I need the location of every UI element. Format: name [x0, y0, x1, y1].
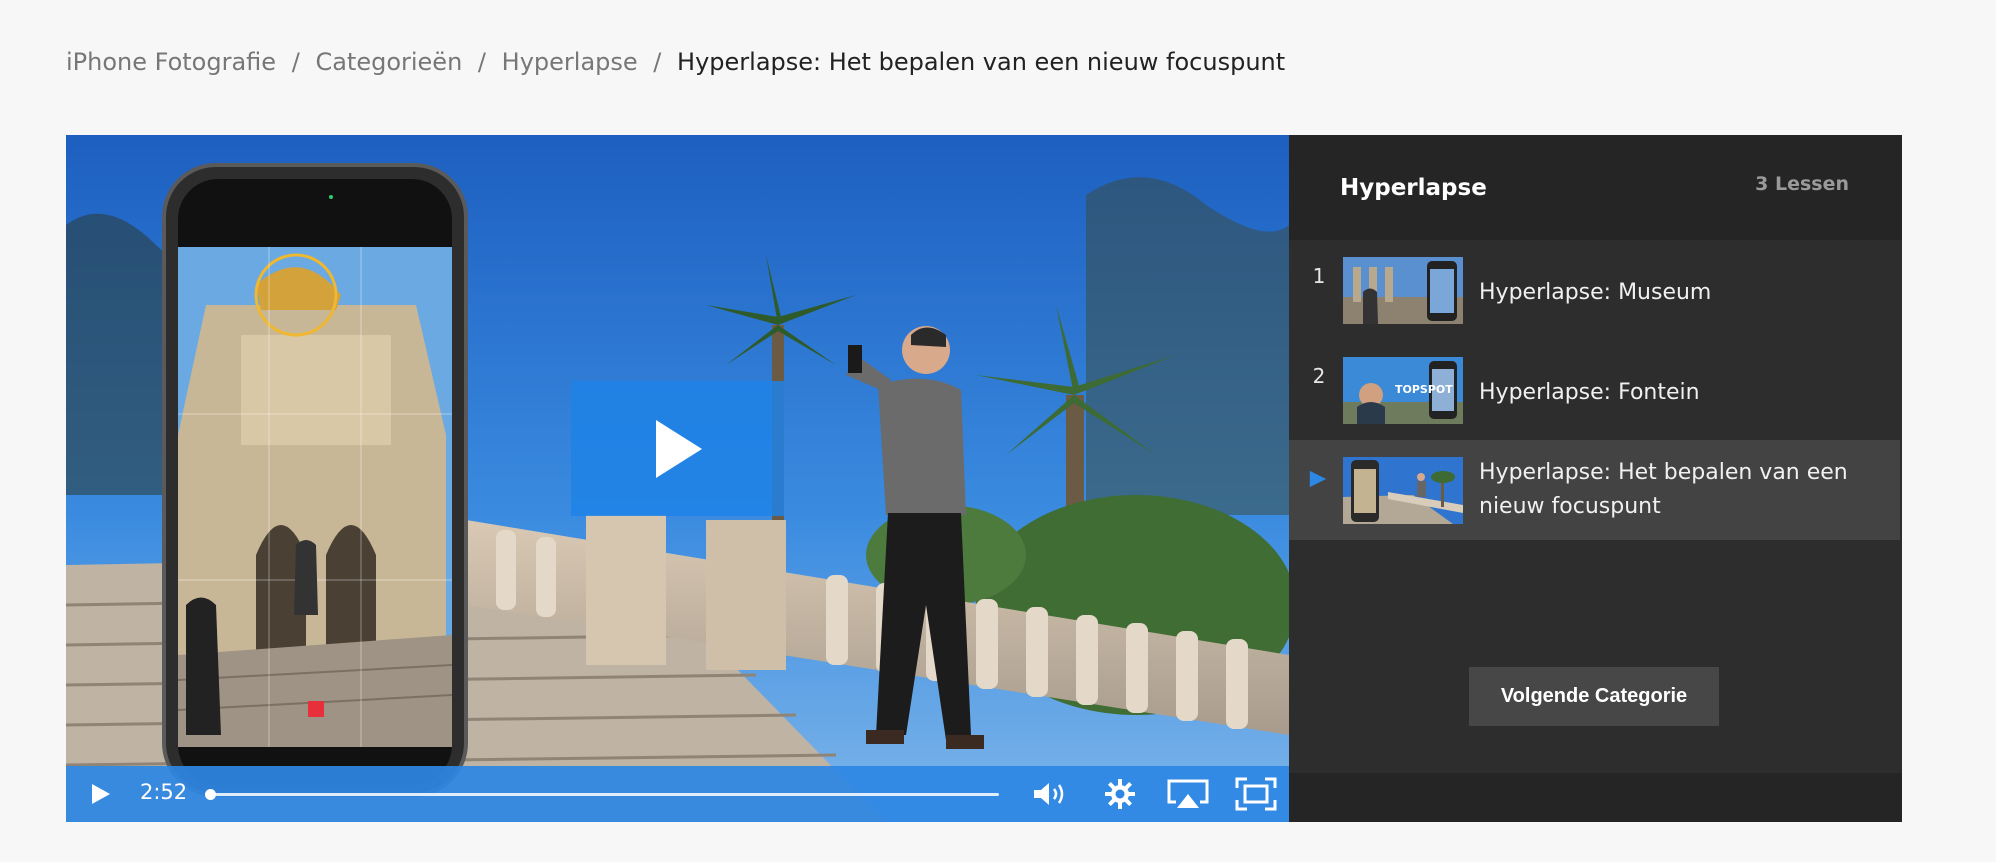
player-controls: 2:52 [66, 766, 1289, 822]
video-player[interactable]: 2:52 [66, 135, 1289, 822]
breadcrumb-current: Hyperlapse: Het bepalen van een nieuw fo… [677, 48, 1286, 76]
lesson-item-focuspunt[interactable]: Hyperlapse: Het bepalen van een nieuw fo… [1289, 440, 1900, 540]
airplay-button[interactable] [1164, 766, 1212, 822]
lesson-count: 3 Lessen [1755, 173, 1849, 195]
lesson-number: 1 [1312, 264, 1326, 288]
time-display: 2:52 [140, 780, 188, 804]
progress-bar[interactable] [209, 793, 999, 796]
lesson-sidebar: Hyperlapse 3 Lessen 1 Hyperlapse: Museum… [1289, 135, 1902, 822]
breadcrumb-link-iphone-fotografie[interactable]: iPhone Fotografie [66, 48, 276, 76]
thumbnail-caption: TOPSPOT [1395, 383, 1453, 396]
fullscreen-button[interactable] [1232, 766, 1280, 822]
big-play-button[interactable] [571, 381, 784, 516]
sidebar-header: Hyperlapse 3 Lessen [1289, 135, 1902, 240]
breadcrumb-separator: / [291, 48, 300, 76]
lesson-number: 2 [1312, 364, 1326, 388]
breadcrumb-separator: / [477, 48, 487, 76]
breadcrumb-link-categorieen[interactable]: Categorieën [315, 48, 462, 76]
breadcrumb-separator: / [653, 48, 662, 76]
settings-gear-icon [1105, 779, 1135, 809]
lesson-thumbnail [1343, 457, 1463, 524]
lesson-title: Hyperlapse: Het bepalen van een nieuw fo… [1479, 460, 1848, 519]
lesson-thumbnail [1343, 257, 1463, 324]
fullscreen-icon [1235, 777, 1277, 811]
lesson-thumbnail: TOPSPOT [1343, 357, 1463, 424]
breadcrumb: iPhone Fotografie / Categorieën / Hyperl… [66, 48, 1285, 76]
airplay-icon [1167, 779, 1209, 808]
breadcrumb-link-hyperlapse[interactable]: Hyperlapse [502, 48, 638, 76]
lesson-item-fontein[interactable]: 2 TOPSPOT Hyperlapse: Fontein [1289, 340, 1900, 440]
settings-button[interactable] [1098, 766, 1142, 822]
next-category-button[interactable]: Volgende Categorie [1469, 667, 1719, 726]
volume-button[interactable] [1028, 766, 1072, 822]
lesson-list: 1 Hyperlapse: Museum 2 TOPSPOT Hyperlaps… [1289, 240, 1902, 773]
volume-icon [1034, 783, 1064, 805]
play-icon [92, 784, 110, 804]
lesson-title: Hyperlapse: Museum [1479, 280, 1712, 305]
now-playing-icon [1309, 470, 1327, 488]
lesson-item-museum[interactable]: 1 Hyperlapse: Museum [1289, 240, 1900, 340]
play-icon [655, 419, 702, 478]
progress-handle[interactable] [205, 789, 216, 800]
lesson-title: Hyperlapse: Fontein [1479, 380, 1700, 405]
play-button[interactable] [84, 766, 118, 822]
sidebar-title: Hyperlapse [1340, 175, 1487, 201]
